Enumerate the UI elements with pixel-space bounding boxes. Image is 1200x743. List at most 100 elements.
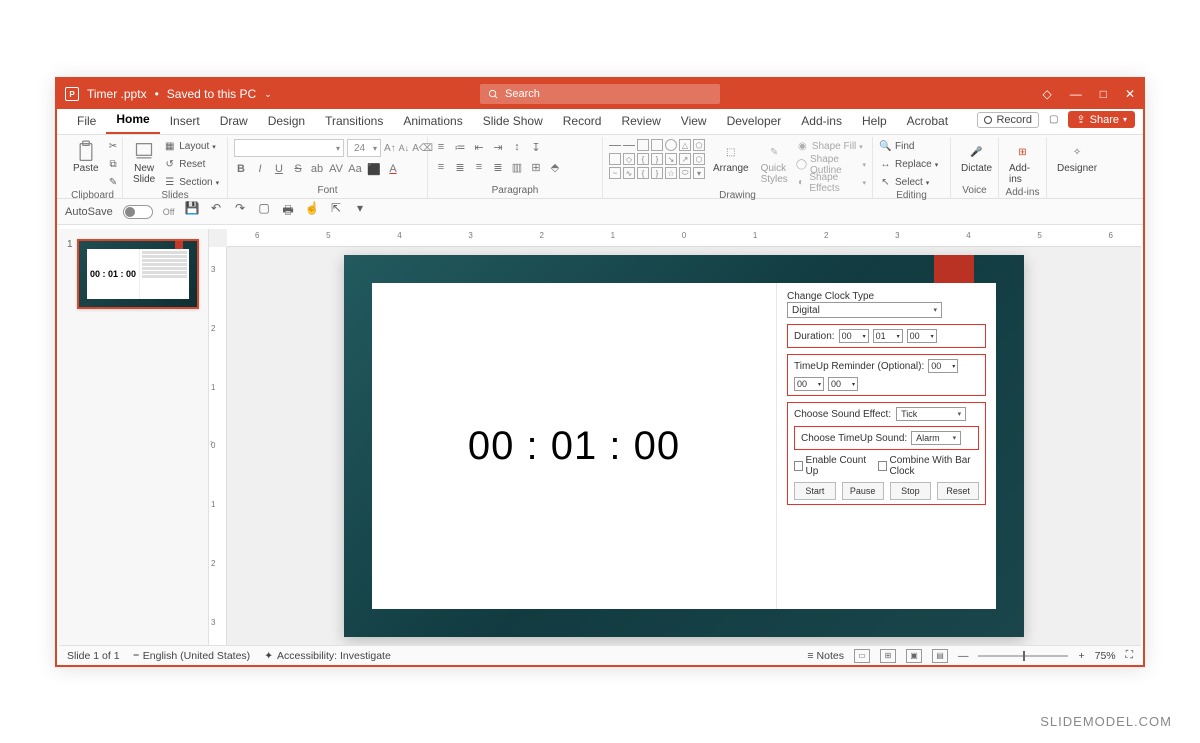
clock-type-select[interactable]: Digital▾ bbox=[787, 302, 942, 318]
indent-dec-button[interactable]: ⇤ bbox=[472, 141, 486, 154]
align-center-button[interactable]: ≣ bbox=[453, 161, 467, 174]
tab-developer[interactable]: Developer bbox=[717, 110, 792, 134]
shape-fill-button[interactable]: ◉Shape Fill▾ bbox=[796, 139, 866, 154]
record-button[interactable]: Record bbox=[977, 112, 1038, 128]
cut-button[interactable]: ✂ bbox=[107, 139, 120, 154]
sound-effect-select[interactable]: Tick▾ bbox=[896, 407, 966, 421]
timeup-hh[interactable]: 00▾ bbox=[928, 359, 958, 373]
autosave-toggle[interactable] bbox=[123, 205, 153, 219]
section-button[interactable]: ☰Section▾ bbox=[163, 175, 219, 190]
arrange-button[interactable]: ⬚Arrange bbox=[709, 139, 753, 176]
shadow-button[interactable]: ab bbox=[310, 163, 324, 175]
shape-outline-button[interactable]: ◯Shape Outline▾ bbox=[796, 157, 866, 172]
duration-ss[interactable]: 00▾ bbox=[907, 329, 937, 343]
text-direction-button[interactable]: ↧ bbox=[529, 141, 543, 154]
replace-button[interactable]: ↔Replace▾ bbox=[879, 157, 938, 172]
paste-button[interactable]: Paste bbox=[69, 139, 103, 176]
enable-countup-checkbox[interactable]: Enable Count Up bbox=[794, 455, 868, 477]
present-dropdown[interactable]: ▢ bbox=[1045, 112, 1062, 127]
tab-view[interactable]: View bbox=[671, 110, 717, 134]
timeup-mm[interactable]: 00▾ bbox=[794, 377, 824, 391]
slide-counter[interactable]: Slide 1 of 1 bbox=[67, 650, 120, 662]
search-box[interactable]: Search bbox=[480, 84, 720, 104]
tab-help[interactable]: Help bbox=[852, 110, 897, 134]
maximize-button[interactable]: □ bbox=[1100, 87, 1107, 101]
format-painter-button[interactable]: ✎ bbox=[107, 175, 120, 190]
minimize-button[interactable]: — bbox=[1070, 87, 1082, 101]
ribbon-options-icon[interactable]: ◇ bbox=[1042, 87, 1051, 101]
share-button[interactable]: ⇪Share▾ bbox=[1068, 111, 1135, 128]
qat-export-icon[interactable]: ⇱ bbox=[329, 201, 344, 222]
zoom-percent[interactable]: 75% bbox=[1095, 650, 1116, 662]
dictate-button[interactable]: 🎤Dictate bbox=[957, 139, 996, 176]
chevron-down-icon[interactable]: ⌄ bbox=[264, 89, 272, 100]
decrease-font-icon[interactable]: A↓ bbox=[399, 143, 410, 153]
duration-hh[interactable]: 00▾ bbox=[839, 329, 869, 343]
zoom-slider[interactable] bbox=[978, 655, 1068, 657]
close-button[interactable]: ✕ bbox=[1125, 87, 1135, 101]
strike-button[interactable]: S bbox=[291, 163, 305, 175]
save-icon[interactable]: 💾 bbox=[185, 201, 200, 222]
spacing-button[interactable]: AV bbox=[329, 163, 343, 175]
tab-acrobat[interactable]: Acrobat bbox=[897, 110, 958, 134]
combine-barclock-checkbox[interactable]: Combine With Bar Clock bbox=[878, 455, 979, 477]
justify-button[interactable]: ≣ bbox=[491, 161, 505, 174]
reset-button[interactable]: Reset bbox=[937, 482, 979, 500]
layout-button[interactable]: ▦Layout▾ bbox=[163, 139, 219, 154]
tab-addins[interactable]: Add-ins bbox=[791, 110, 852, 134]
find-button[interactable]: 🔍Find bbox=[879, 139, 938, 154]
change-case-button[interactable]: Aa bbox=[348, 163, 362, 175]
line-spacing-button[interactable]: ↕ bbox=[510, 141, 524, 153]
sorter-view-button[interactable]: ⊞ bbox=[880, 649, 896, 663]
designer-button[interactable]: ✧Designer bbox=[1053, 139, 1101, 176]
zoom-out-button[interactable]: — bbox=[958, 650, 969, 662]
smartart-button[interactable]: ⬘ bbox=[548, 161, 562, 174]
align-left-button[interactable]: ≡ bbox=[434, 161, 448, 173]
increase-font-icon[interactable]: A↑ bbox=[384, 143, 396, 154]
duration-mm[interactable]: 01▾ bbox=[873, 329, 903, 343]
accessibility-status[interactable]: ✦Accessibility: Investigate bbox=[264, 650, 391, 662]
align-right-button[interactable]: ≡ bbox=[472, 161, 486, 173]
redo-icon[interactable]: ↷ bbox=[233, 201, 248, 222]
slide-canvas[interactable]: 00 : 01 : 00 Change Clock Type Digital▾ … bbox=[344, 255, 1024, 637]
shapes-gallery[interactable]: △⬠ ◇{}↘↗⬡ ~∿{}☆⬭▾ bbox=[609, 139, 705, 179]
columns-button[interactable]: ▥ bbox=[510, 161, 524, 174]
new-slide-button[interactable]: New Slide bbox=[129, 139, 159, 187]
qat-slideshow-icon[interactable]: ▢ bbox=[257, 201, 272, 222]
undo-icon[interactable]: ↶ bbox=[209, 201, 224, 222]
notes-button[interactable]: ≡Notes bbox=[807, 650, 844, 662]
tab-draw[interactable]: Draw bbox=[210, 110, 258, 134]
tab-slideshow[interactable]: Slide Show bbox=[473, 110, 553, 134]
highlight-button[interactable]: ⬛ bbox=[367, 163, 381, 176]
pause-button[interactable]: Pause bbox=[842, 482, 884, 500]
tab-review[interactable]: Review bbox=[611, 110, 670, 134]
reset-button[interactable]: ↺Reset bbox=[163, 157, 219, 172]
qat-more-icon[interactable]: ▾ bbox=[353, 201, 368, 222]
addins-button[interactable]: ⊞Add-ins bbox=[1005, 139, 1040, 187]
indent-inc-button[interactable]: ⇥ bbox=[491, 141, 505, 154]
timeup-ss[interactable]: 00▾ bbox=[828, 377, 858, 391]
font-color-button[interactable]: A bbox=[386, 163, 400, 175]
align-text-button[interactable]: ⊞ bbox=[529, 161, 543, 174]
fit-to-window-button[interactable]: ⛶ bbox=[1126, 649, 1133, 662]
select-button[interactable]: ↖Select▾ bbox=[879, 175, 938, 190]
copy-button[interactable]: ⧉ bbox=[107, 157, 120, 172]
collapse-thumbnails-icon[interactable]: › bbox=[210, 437, 213, 447]
tab-file[interactable]: File bbox=[67, 110, 106, 134]
start-button[interactable]: Start bbox=[794, 482, 836, 500]
numbering-button[interactable]: ≔ bbox=[453, 141, 467, 154]
shape-effects-button[interactable]: ◐Shape Effects▾ bbox=[796, 175, 866, 190]
underline-button[interactable]: U bbox=[272, 163, 286, 175]
reading-view-button[interactable]: ▣ bbox=[906, 649, 922, 663]
normal-view-button[interactable]: ▭ bbox=[854, 649, 870, 663]
quick-styles-button[interactable]: ✎Quick Styles bbox=[757, 139, 792, 187]
qat-touch-icon[interactable]: ☝ bbox=[305, 201, 320, 222]
zoom-in-button[interactable]: + bbox=[1078, 650, 1084, 662]
tab-animations[interactable]: Animations bbox=[393, 110, 472, 134]
tab-insert[interactable]: Insert bbox=[160, 110, 210, 134]
tab-transitions[interactable]: Transitions bbox=[315, 110, 393, 134]
slideshow-view-button[interactable]: ▤ bbox=[932, 649, 948, 663]
bold-button[interactable]: B bbox=[234, 163, 248, 175]
italic-button[interactable]: I bbox=[253, 163, 267, 175]
font-family-select[interactable]: ▾ bbox=[234, 139, 344, 157]
